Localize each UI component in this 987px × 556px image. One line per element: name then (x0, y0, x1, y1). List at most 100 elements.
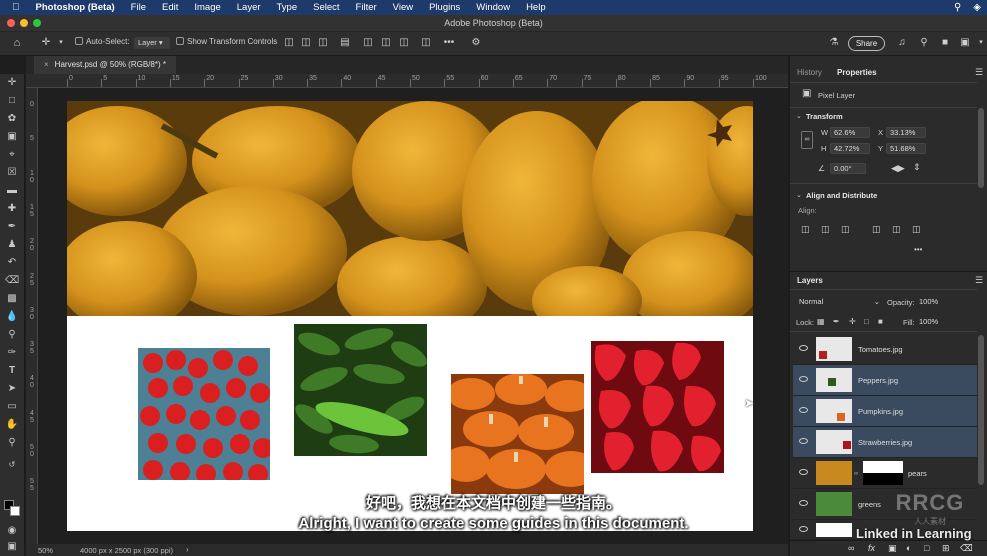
pears-image[interactable] (67, 101, 753, 316)
blur-tool-icon[interactable]: 💧 (5, 310, 19, 324)
document-canvas[interactable] (67, 101, 753, 531)
align-center-icon[interactable]: ◫ (821, 224, 830, 235)
adjustment-layer-icon[interactable]: ◐ (906, 543, 911, 553)
more-options-icon[interactable]: ••• (443, 37, 455, 49)
menu-window[interactable]: Window (476, 2, 510, 13)
visibility-eye-icon[interactable] (799, 376, 808, 382)
zoom-level[interactable]: 50% (38, 546, 53, 555)
layer-row-strawberries[interactable]: Strawberries.jpg (793, 427, 977, 458)
history-brush-icon[interactable]: ↶ (5, 256, 19, 270)
align-horizontal-centers-icon[interactable]: ◫ (300, 37, 312, 49)
peppers-image[interactable] (294, 324, 427, 456)
visibility-eye-icon[interactable] (799, 345, 808, 351)
learn-icon[interactable]: ■ (939, 37, 951, 49)
align-bottom-icon[interactable]: ◫ (912, 224, 921, 235)
gradient-tool-icon[interactable]: ▩ (5, 292, 19, 306)
lock-artboard-icon[interactable]: □ (864, 317, 869, 326)
align-top-edges-icon[interactable]: ◫ (362, 37, 374, 49)
layer-row-pumpkins[interactable]: Pumpkins.jpg (793, 396, 977, 427)
layer-style-icon[interactable]: fx (868, 543, 875, 553)
add-mask-icon[interactable]: ▣ (888, 543, 897, 554)
menu-select[interactable]: Select (313, 2, 339, 13)
angle-field[interactable]: 0.00° (830, 163, 866, 174)
layer-row-pears[interactable]: ∞ pears (793, 458, 977, 489)
layer-mask-thumbnail[interactable] (863, 461, 903, 485)
apple-icon[interactable]:  (12, 2, 20, 13)
menu-help[interactable]: Help (526, 2, 546, 13)
align-distribute-heading[interactable]: Align and Distribute (806, 191, 877, 200)
frame-tool-icon[interactable]: ☒ (5, 166, 19, 180)
opacity-field[interactable]: 100% (916, 297, 948, 308)
lock-position-icon[interactable]: ✛ (849, 317, 856, 326)
height-field[interactable]: 42.72% (830, 143, 870, 154)
zoom-tool-icon[interactable]: ⚲ (5, 436, 19, 450)
workspace-chevron-icon[interactable]: ▾ (975, 37, 987, 49)
close-tab-icon[interactable]: × (44, 60, 49, 69)
type-tool-icon[interactable]: T (5, 364, 19, 378)
marquee-tool-icon[interactable]: □ (5, 94, 19, 108)
lock-pixels-icon[interactable]: ✒ (833, 317, 840, 326)
new-group-icon[interactable]: □ (924, 543, 929, 553)
workspace-icon[interactable]: ▣ (959, 37, 971, 49)
menu-app-name[interactable]: Photoshop (Beta) (36, 2, 115, 13)
home-icon[interactable]: ⌂ (11, 37, 23, 49)
pen-tool-icon[interactable]: ✑ (5, 346, 19, 360)
delete-layer-icon[interactable]: ⌫ (960, 543, 973, 554)
align-bottom-edges-icon[interactable]: ◫ (398, 37, 410, 49)
move-tool-icon[interactable]: ✛ (40, 37, 52, 49)
tab-layers[interactable]: Layers (797, 276, 823, 285)
gear-icon[interactable]: ⚙ (470, 37, 482, 49)
spotlight-search-icon[interactable]: ⚲ (954, 2, 961, 13)
eraser-tool-icon[interactable]: ⌫ (5, 274, 19, 288)
crop-tool-icon[interactable]: ⌖ (5, 148, 19, 162)
menu-image[interactable]: Image (194, 2, 220, 13)
rectangle-tool-icon[interactable]: ▭ (5, 400, 19, 414)
healing-brush-icon[interactable]: ✚ (5, 202, 19, 216)
menu-edit[interactable]: Edit (162, 2, 178, 13)
properties-scrollbar[interactable] (978, 108, 984, 188)
chevron-down-icon[interactable]: ⌄ (796, 112, 802, 120)
horizontal-ruler[interactable]: 0 5 10 15 20 25 30 35 40 45 50 55 60 65 70 75 80 85 90 95 10… (26, 74, 788, 88)
flip-vertical-icon[interactable]: ⇕ (913, 162, 921, 173)
swap-colors-icon[interactable]: ↺ (5, 458, 19, 472)
tomatoes-image[interactable] (138, 348, 270, 480)
flip-horizontal-icon[interactable]: ◀▶ (891, 163, 905, 174)
tab-harvest-psd[interactable]: × Harvest.psd @ 50% (RGB/8*) * (34, 56, 176, 74)
layers-scrollbar[interactable] (978, 335, 984, 485)
menu-plugins[interactable]: Plugins (429, 2, 460, 13)
panel-menu-icon[interactable]: ☰ (975, 67, 983, 78)
menu-view[interactable]: View (393, 2, 413, 13)
link-layers-icon[interactable]: ∞ (848, 543, 854, 553)
tab-history[interactable]: History (797, 68, 822, 77)
align-top-icon[interactable]: ◫ (872, 224, 881, 235)
align-left-edges-icon[interactable]: ◫ (283, 37, 295, 49)
distribute-horizontal-icon[interactable]: ◫ (420, 37, 432, 49)
width-field[interactable]: 62.6% (830, 127, 870, 138)
path-selection-tool-icon[interactable]: ➤ (5, 382, 19, 396)
align-middle-icon[interactable]: ◫ (892, 224, 901, 235)
menu-layer[interactable]: Layer (237, 2, 261, 13)
pumpkins-image[interactable] (451, 374, 584, 494)
align-vertical-centers-icon[interactable]: ◫ (380, 37, 392, 49)
layers-menu-icon[interactable]: ☰ (975, 275, 983, 286)
vertical-ruler[interactable]: 0 5 1 0 1 5 2 0 2 5 3 0 3 5 4 0 4 5 5 0 5 5 (26, 88, 38, 544)
layer-row-peppers[interactable]: Peppers.jpg (793, 365, 977, 396)
search-icon[interactable]: ⚲ (918, 37, 930, 49)
clone-stamp-icon[interactable]: ♟ (5, 238, 19, 252)
mask-link-icon[interactable]: ∞ (854, 471, 858, 477)
object-selection-tool-icon[interactable]: ▣ (5, 130, 19, 144)
align-left-icon[interactable]: ◫ (801, 224, 810, 235)
link-dimensions-icon[interactable]: ∞ (801, 131, 813, 149)
auto-select-dropdown[interactable]: Layer ▾ (134, 37, 170, 49)
menu-file[interactable]: File (131, 2, 146, 13)
screen-mode-icon[interactable]: ▣ (5, 540, 19, 554)
brush-tool-icon[interactable]: ✒ (5, 220, 19, 234)
dodge-tool-icon[interactable]: ⚲ (5, 328, 19, 342)
control-center-icon[interactable]: ◈ (973, 2, 981, 13)
lock-all-icon[interactable]: ■ (878, 317, 883, 326)
chevron-down-icon[interactable]: ▾ (55, 37, 67, 49)
align-right-edges-icon[interactable]: ◫ (317, 37, 329, 49)
more-align-options[interactable]: ••• (914, 245, 922, 254)
new-layer-icon[interactable]: ⊞ (942, 543, 950, 554)
tab-properties[interactable]: Properties (837, 68, 877, 77)
